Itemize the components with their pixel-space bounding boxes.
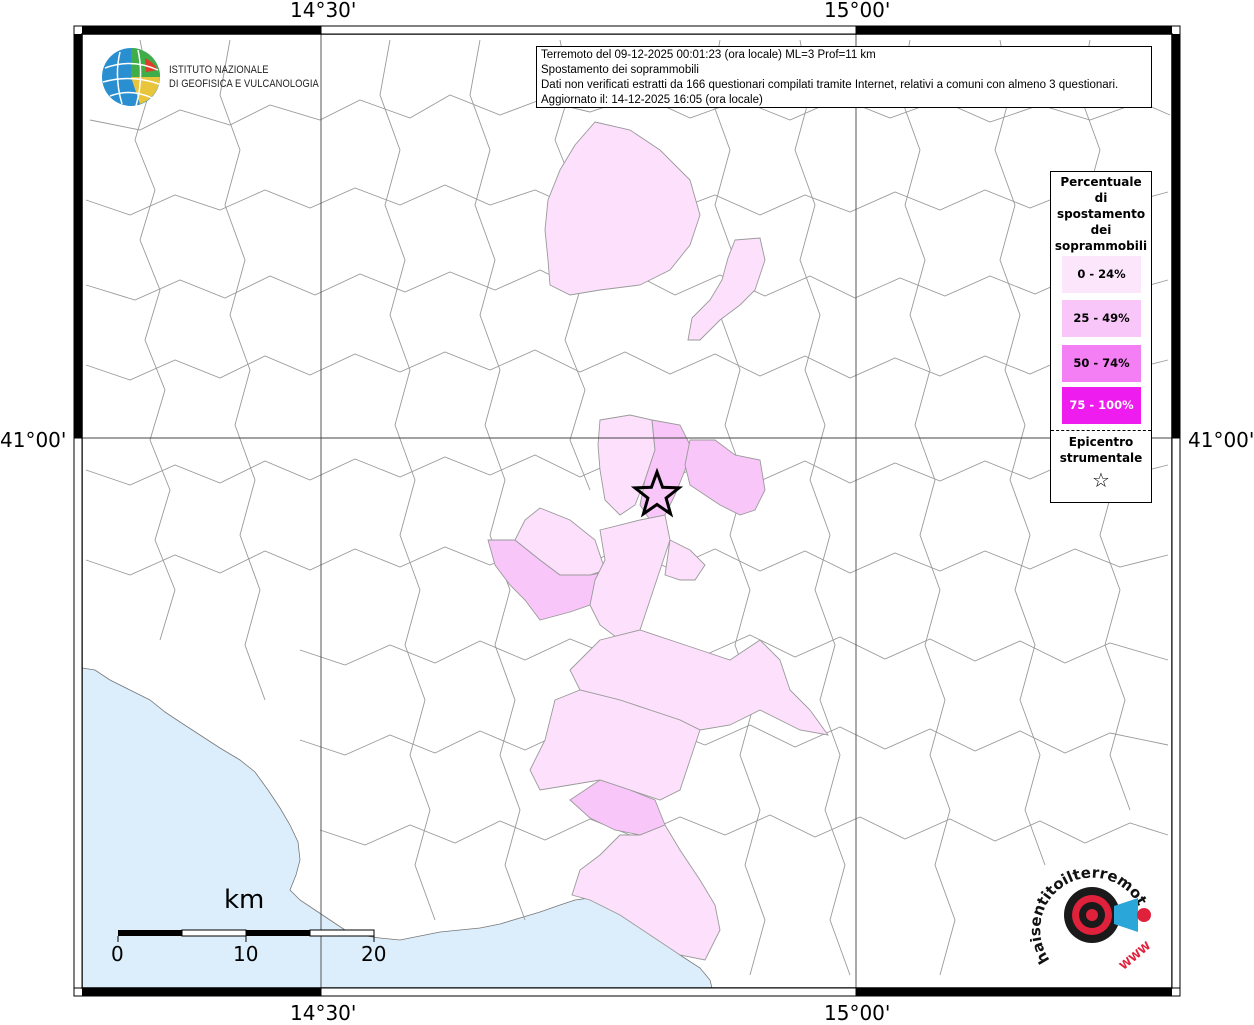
legend-title: Percentuale di spostamento dei soprammob… [1054, 175, 1148, 253]
ingv-line-1: ISTITUTO NAZIONALE [169, 64, 269, 76]
ingv-line-2: DI GEOFISICA E VULCANOLOGIA [169, 78, 319, 90]
lat-label-right: 41°00' [1188, 428, 1254, 452]
info-source: Dati non verificati estratti da 166 ques… [541, 79, 1119, 91]
legend-epicenter-label: Epicentro strumentale [1059, 435, 1143, 465]
info-parameter: Spostamento dei soprammobili [541, 64, 699, 76]
scale-tick-0: 0 [111, 942, 124, 966]
lat-label-left: 41°00' [0, 428, 67, 452]
legend-separator [1051, 430, 1151, 431]
lon-label-top-right: 15°00' [824, 0, 891, 22]
legend-item-0: 0 - 24% [1062, 256, 1141, 293]
lon-label-bottom-left: 14°30' [290, 1001, 357, 1025]
lon-label-top-left: 14°30' [290, 0, 357, 22]
legend-item-3: 75 - 100% [1062, 387, 1141, 424]
ingv-logo-text: ISTITUTO NAZIONALE DI GEOFISICA E VULCAN… [169, 63, 319, 91]
legend-item-2: 50 - 74% [1062, 345, 1141, 382]
legend: Percentuale di spostamento dei soprammob… [1050, 171, 1152, 503]
legend-epicenter-icon: ☆ [1092, 468, 1110, 492]
info-updated: Aggiornato il: 14-12-2025 16:05 (ora loc… [541, 94, 763, 106]
legend-item-1: 25 - 49% [1062, 300, 1141, 337]
scale-unit: km [224, 885, 265, 915]
scale-tick-10: 10 [233, 942, 259, 966]
lon-label-bottom-right: 15°00' [824, 1001, 891, 1025]
scale-tick-20: 20 [361, 942, 387, 966]
info-event: Terremoto del 09-12-2025 00:01:23 (ora l… [541, 49, 876, 61]
haisentito-logo-www: WWW [1117, 939, 1153, 972]
haisentito-logo: haisentitoilterremoto.it WWW [1030, 860, 1153, 973]
info-box: Terremoto del 09-12-2025 00:01:23 (ora l… [536, 46, 1152, 108]
